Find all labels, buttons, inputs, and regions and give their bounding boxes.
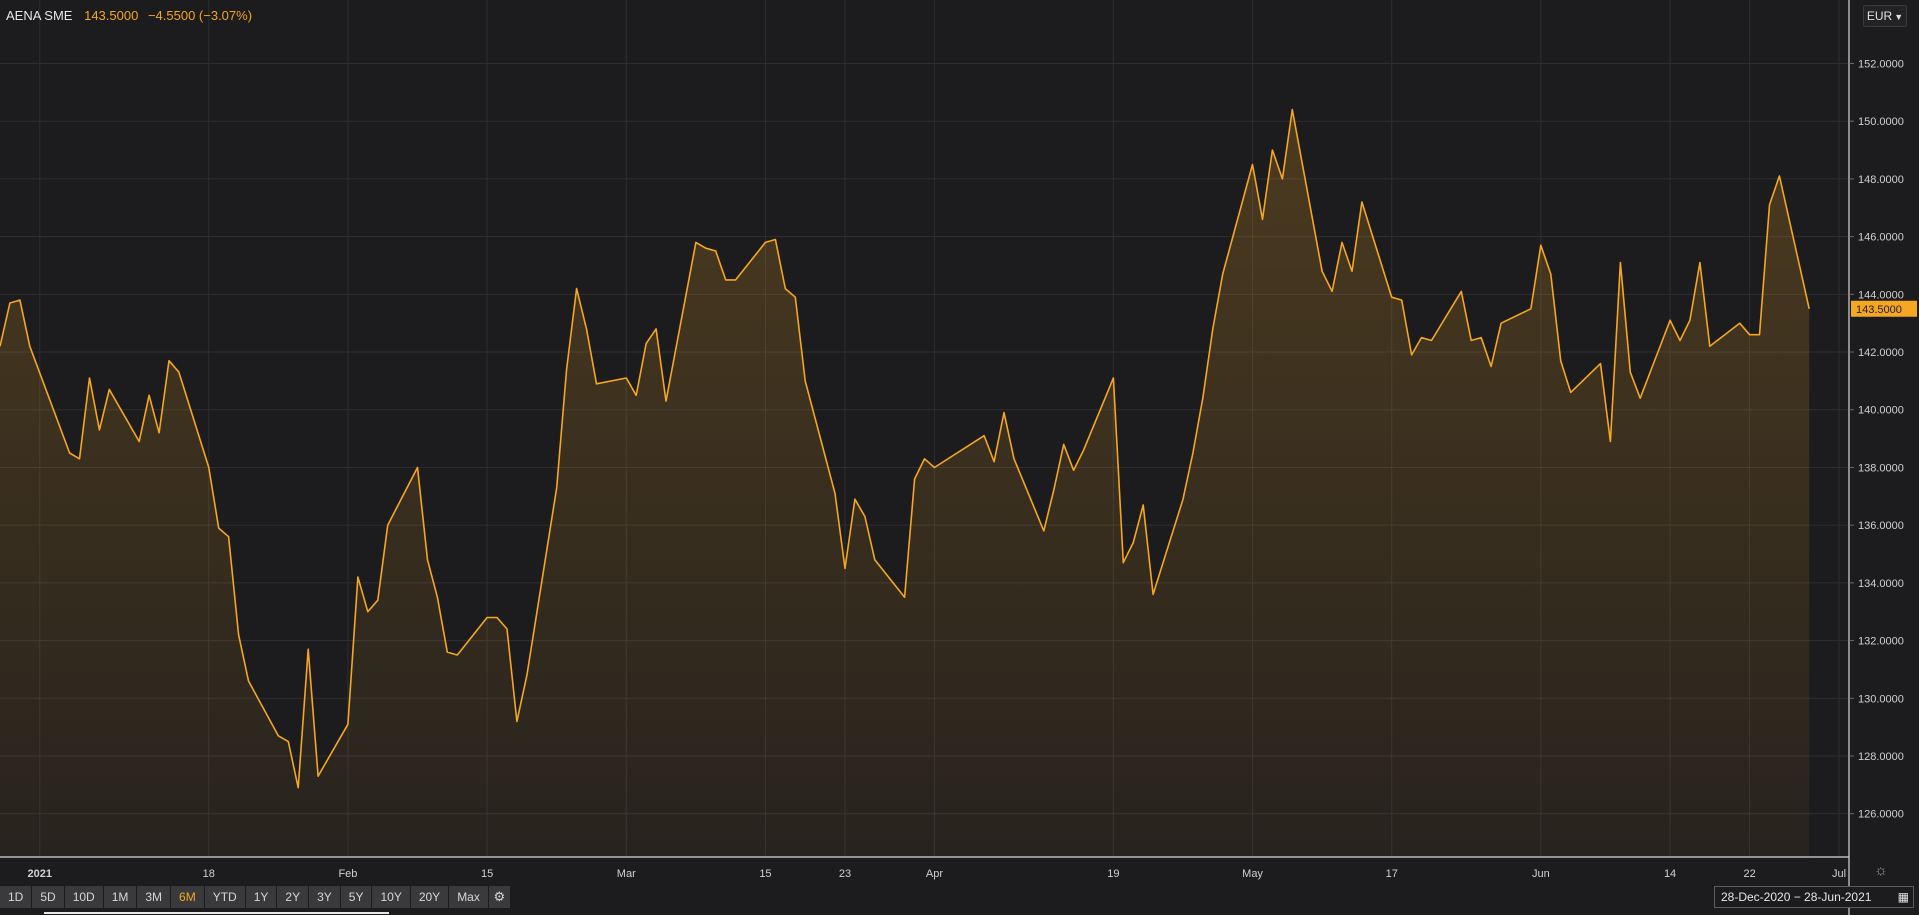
y-tick-label: 132.0000 (1858, 636, 1904, 648)
period-toolbar: 1D 5D 10D 1M 3M 6M YTD 1Y 2Y 3Y 5Y 10Y 2… (0, 886, 511, 908)
y-tick-label: 142.0000 (1858, 347, 1904, 359)
current-value-marker: 143.5000 (1851, 300, 1917, 317)
y-tick-label: 148.0000 (1858, 174, 1904, 186)
x-tick-label: 23 (839, 868, 851, 880)
currency-label: EUR (1866, 9, 1893, 23)
date-range-picker[interactable]: 28-Dec-2020 − 28-Jun-2021 ▦ (1714, 886, 1914, 908)
y-tick-label: 146.0000 (1858, 232, 1904, 244)
x-tick-label: Apr (926, 868, 943, 880)
y-tick-label: 134.0000 (1858, 578, 1904, 590)
x-tick-label: 14 (1664, 868, 1676, 880)
x-tick-label: 19 (1107, 868, 1119, 880)
theme-icon[interactable]: ☼ (1874, 862, 1888, 879)
x-tick-label: Feb (338, 868, 357, 880)
period-button[interactable]: 20Y (410, 886, 450, 908)
period-button[interactable]: 1Y (245, 886, 278, 908)
x-tick-label: 17 (1386, 868, 1398, 880)
scroll-indicator (44, 912, 389, 914)
current-value-label: 143.5000 (1856, 304, 1902, 316)
period-button[interactable]: Max (449, 886, 489, 908)
period-button[interactable]: 5D (32, 886, 65, 908)
x-tick-label: 22 (1743, 868, 1755, 880)
x-tick-label: 15 (481, 868, 493, 880)
date-range-label: 28-Dec-2020 − 28-Jun-2021 (1721, 890, 1872, 904)
y-tick-label: 152.0000 (1858, 58, 1904, 70)
price-change: −4.5500 (−3.07%) (147, 8, 253, 23)
period-button[interactable]: 10Y (372, 886, 411, 908)
x-tick-label: Jul (1832, 868, 1846, 880)
period-button[interactable]: 1D (0, 886, 33, 908)
period-button[interactable]: 10D (64, 886, 104, 908)
y-axis-ticks: 126.0000 128.0000 130.0000 132.0000 134.0000… (1849, 58, 1904, 821)
quote-header: AENA SME 143.5000 −4.5500 (−3.07%) (6, 8, 252, 23)
x-axis-ticks: 2021 18 Feb 15 Mar 15 23 Apr 19 May 17 Jun 14 22 Jul (28, 868, 1847, 880)
last-price: 143.5000 (84, 8, 139, 23)
y-tick-label: 144.0000 (1858, 289, 1904, 301)
ticker-symbol: AENA SME (6, 8, 73, 23)
y-tick-label: 140.0000 (1858, 405, 1904, 417)
gear-icon[interactable]: ⚙ (488, 886, 511, 908)
price-chart[interactable]: 126.0000 128.0000 130.0000 132.0000 134.0000… (0, 0, 1919, 915)
period-button[interactable]: 6M (171, 886, 205, 908)
period-button[interactable]: 3Y (309, 886, 341, 908)
y-tick-label: 130.0000 (1858, 693, 1904, 705)
calendar-icon: ▦ (1897, 890, 1909, 904)
x-tick-label: Jun (1532, 868, 1550, 880)
x-tick-label: 15 (759, 868, 771, 880)
period-button[interactable]: 1M (103, 886, 138, 908)
y-tick-label: 138.0000 (1858, 462, 1904, 474)
chevron-down-icon: ▼ (1894, 12, 1904, 22)
y-tick-label: 136.0000 (1858, 520, 1904, 532)
area-fill (0, 109, 1810, 858)
area-layer (0, 108, 1810, 858)
period-button[interactable]: 3M (137, 886, 172, 908)
x-tick-label: 2021 (28, 868, 52, 880)
x-tick-label: 18 (203, 868, 215, 880)
y-tick-label: 128.0000 (1858, 751, 1904, 763)
period-button[interactable]: YTD (204, 886, 246, 908)
period-button[interactable]: 5Y (340, 886, 373, 908)
currency-dropdown[interactable]: EUR ▼ (1863, 5, 1907, 27)
period-button[interactable]: 2Y (277, 886, 310, 908)
y-tick-label: 126.0000 (1858, 809, 1904, 821)
y-tick-label: 150.0000 (1858, 116, 1904, 128)
x-tick-label: May (1242, 868, 1263, 880)
x-tick-label: Mar (617, 868, 636, 880)
